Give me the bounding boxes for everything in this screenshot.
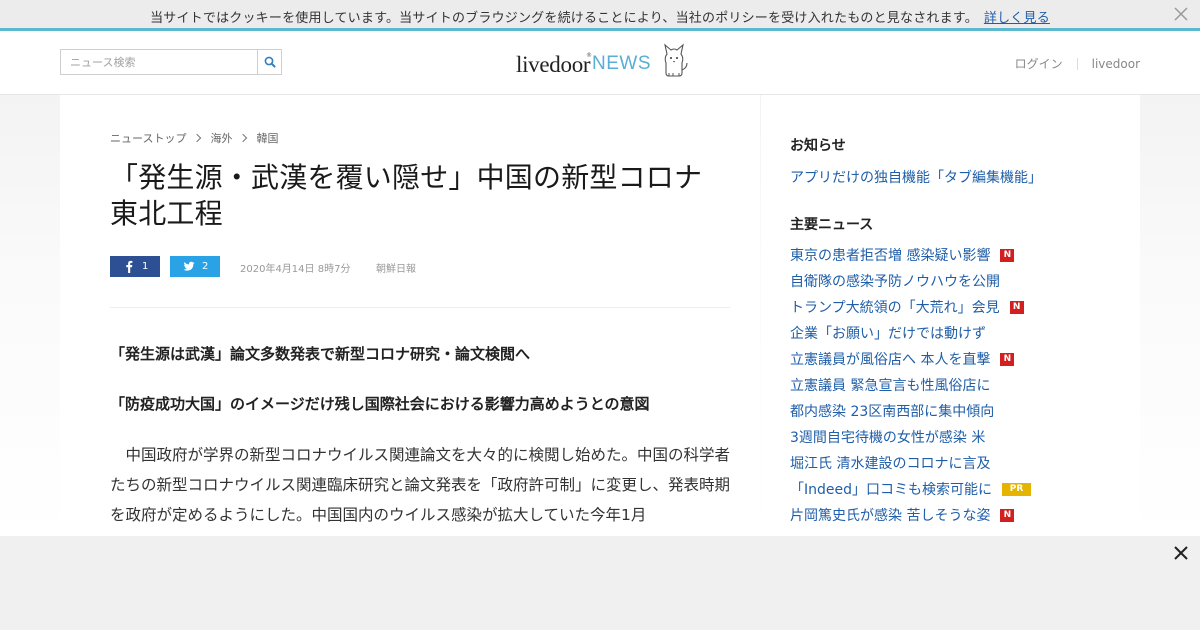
news-list-item: 企業「お願い」だけでは動けず xyxy=(790,320,1120,346)
news-link[interactable]: 3週間自宅待機の女性が感染 米 xyxy=(790,427,985,447)
cookie-text: 当サイトではクッキーを使用しています。当サイトのブラウジングを続けることにより、… xyxy=(150,11,978,26)
cookie-more-link[interactable]: 詳しく見る xyxy=(984,11,1050,26)
news-link[interactable]: 堀江氏 清水建設のコロナに言及 xyxy=(790,453,990,473)
twitter-icon xyxy=(183,261,195,271)
news-link[interactable]: 片岡篤史氏が感染 苦しそうな姿 xyxy=(790,505,990,525)
news-link[interactable]: 東京の患者拒否増 感染疑い影響 xyxy=(790,245,990,265)
news-list-item: 立憲議員が風俗店へ 本人を直撃 N xyxy=(790,346,1120,372)
news-link[interactable]: 立憲議員が風俗店へ 本人を直撃 xyxy=(790,349,990,369)
news-list-item: トランプ大統領の「大荒れ」会見 N xyxy=(790,294,1120,320)
nav-divider xyxy=(1076,57,1078,70)
ad-overlay xyxy=(0,536,1200,630)
new-badge: N xyxy=(1000,352,1015,366)
news-link[interactable]: トランプ大統領の「大荒れ」会見 xyxy=(790,297,1000,317)
search-icon xyxy=(264,56,276,68)
breadcrumb-overseas[interactable]: 海外 xyxy=(210,130,232,146)
news-list-item: 都内感染 23区南西部に集中傾向 xyxy=(790,398,1120,424)
site-header: livedoor ® NEWS ログイン livedoor xyxy=(0,31,1200,95)
news-list-item: 「Indeed」口コミも検索可能に PR xyxy=(790,476,1120,502)
facebook-share-count: 1 xyxy=(142,261,149,272)
header-nav: ログイン livedoor xyxy=(1015,55,1140,72)
livedoor-link[interactable]: livedoor xyxy=(1092,57,1140,71)
search-button[interactable] xyxy=(257,50,281,74)
close-icon[interactable] xyxy=(1172,5,1190,23)
facebook-icon xyxy=(126,260,133,273)
article-subheading: 「発生源は武漢」論文多数発表で新型コロナ研究・論文検閲へ xyxy=(110,345,531,363)
breadcrumb-news-top[interactable]: ニューストップ xyxy=(110,130,186,146)
article-divider xyxy=(110,307,730,308)
news-link[interactable]: 都内感染 23区南西部に集中傾向 xyxy=(790,401,994,421)
news-list-item: 立憲議員 緊急宣言も性風俗店に xyxy=(790,372,1120,398)
news-list-item: 堀江氏 清水建設のコロナに言及 xyxy=(790,450,1120,476)
news-list-item: 自衛隊の感染予防ノウハウを公開 xyxy=(790,268,1120,294)
breadcrumb: ニューストップ 海外 韓国 xyxy=(110,130,278,146)
twitter-share-button[interactable]: 2 xyxy=(170,256,220,277)
new-badge: N xyxy=(1000,248,1015,262)
facebook-share-button[interactable]: 1 xyxy=(110,256,160,277)
news-link[interactable]: 立憲議員 緊急宣言も性風俗店に xyxy=(790,375,990,395)
pr-badge: PR xyxy=(1002,482,1032,496)
chevron-right-icon xyxy=(193,133,202,143)
news-list-item: 3週間自宅待機の女性が感染 米 xyxy=(790,424,1120,450)
logo-news: NEWS xyxy=(592,53,651,74)
article-source[interactable]: 朝鮮日報 xyxy=(376,260,416,275)
news-link[interactable]: 自衛隊の感染予防ノウハウを公開 xyxy=(790,271,1000,291)
article-body-paragraph: 中国政府が学界の新型コロナウイルス関連論文を大々的に検閲し始めた。中国の科学者た… xyxy=(110,446,731,524)
twitter-share-count: 2 xyxy=(202,261,209,272)
top-news-list: 東京の患者拒否増 感染疑い影響 N 自衛隊の感染予防ノウハウを公開 トランプ大統領の「… xyxy=(790,242,1120,528)
news-list-item: 片岡篤史氏が感染 苦しそうな姿 N xyxy=(790,502,1120,528)
notice-heading: お知らせ xyxy=(790,138,846,154)
search-input[interactable] xyxy=(61,50,258,74)
new-badge: N xyxy=(1009,300,1024,314)
search-box xyxy=(60,49,282,75)
article-title: 「発生源・武漢を覆い隠せ」中国の新型コロナ東北工程 xyxy=(110,161,703,230)
logo-livedoor: livedoor xyxy=(516,52,591,77)
dog-mascot-icon xyxy=(664,43,688,77)
article-subheading: 「防疫成功大国」のイメージだけ残し国際社会における影響力高めようとの意図 xyxy=(110,395,650,413)
breadcrumb-korea[interactable]: 韓国 xyxy=(256,130,278,146)
close-icon[interactable] xyxy=(1172,544,1190,562)
notice-link[interactable]: アプリだけの独自機能「タブ編集機能」 xyxy=(790,167,1042,187)
article-date: 2020年4月14日 8時7分 xyxy=(240,264,351,275)
cookie-consent-bar: 当サイトではクッキーを使用しています。当サイトのブラウジングを続けることにより、… xyxy=(0,0,1200,31)
top-news-heading: 主要ニュース xyxy=(790,217,874,233)
news-link[interactable]: 「Indeed」口コミも検索可能に xyxy=(790,479,992,499)
new-badge: N xyxy=(1000,508,1015,522)
news-link[interactable]: 企業「お願い」だけでは動けず xyxy=(790,323,986,343)
news-list-item: 東京の患者拒否増 感染疑い影響 N xyxy=(790,242,1120,268)
chevron-right-icon xyxy=(239,133,248,143)
cookie-message: 当サイトではクッキーを使用しています。当サイトのブラウジングを続けることにより、… xyxy=(0,7,1200,26)
login-link[interactable]: ログイン xyxy=(1015,55,1063,72)
